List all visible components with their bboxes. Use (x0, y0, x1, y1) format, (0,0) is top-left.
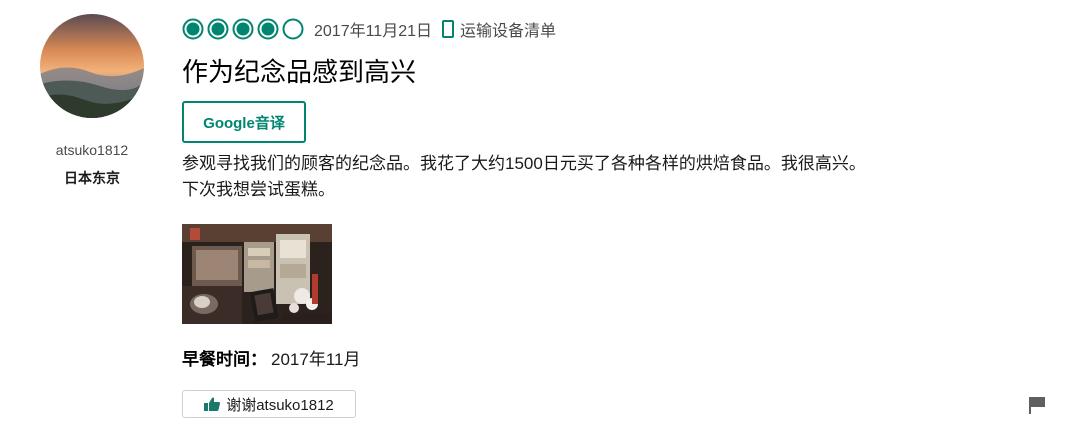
rating-bubbles (182, 18, 304, 40)
thanks-button[interactable]: 谢谢atsuko1812 (182, 390, 356, 418)
google-translate-button[interactable]: Google音译 (182, 101, 306, 143)
rating-bubble-filled-icon (182, 18, 204, 40)
reviewer-avatar[interactable] (40, 14, 144, 118)
visit-value: 2017年11月 (271, 350, 361, 369)
review-title[interactable]: 作为纪念品感到高兴 (182, 54, 416, 90)
rating-bubble-filled-icon (207, 18, 229, 40)
thanks-button-label: 谢谢atsuko1812 (226, 396, 334, 414)
review-body-line: 参观寻找我们的顾客的纪念品。我花了大约1500日元买了各种各样的烘焙食品。我很高… (182, 154, 866, 173)
reviewer-location: 日本东京 (64, 170, 120, 186)
mobile-device-icon (442, 20, 455, 38)
review-body-line: 下次我想尝试蛋糕。 (182, 180, 335, 199)
rating-bubble-filled-icon (232, 18, 254, 40)
review-meta: 2017年11月21日 运输设备清单 (182, 16, 556, 42)
device-label-text: 运输设备清单 (460, 23, 557, 40)
flag-icon[interactable] (1028, 396, 1046, 414)
visit-info: 早餐时间： 2017年11月 (182, 347, 360, 373)
review-photo[interactable] (182, 224, 332, 324)
rating-bubble-filled-icon (257, 18, 279, 40)
visit-label: 早餐时间： (182, 350, 267, 369)
reviewer-username[interactable]: atsuko1812 (40, 142, 144, 158)
device-label: 运输设备清单 (442, 17, 556, 41)
thumbs-up-icon (204, 397, 221, 411)
rating-bubble-empty-icon (282, 18, 304, 40)
review-body: 参观寻找我们的顾客的纪念品。我花了大约1500日元买了各种各样的烘焙食品。我很高… (182, 151, 1042, 203)
review-date: 2017年11月21日 (314, 23, 433, 40)
